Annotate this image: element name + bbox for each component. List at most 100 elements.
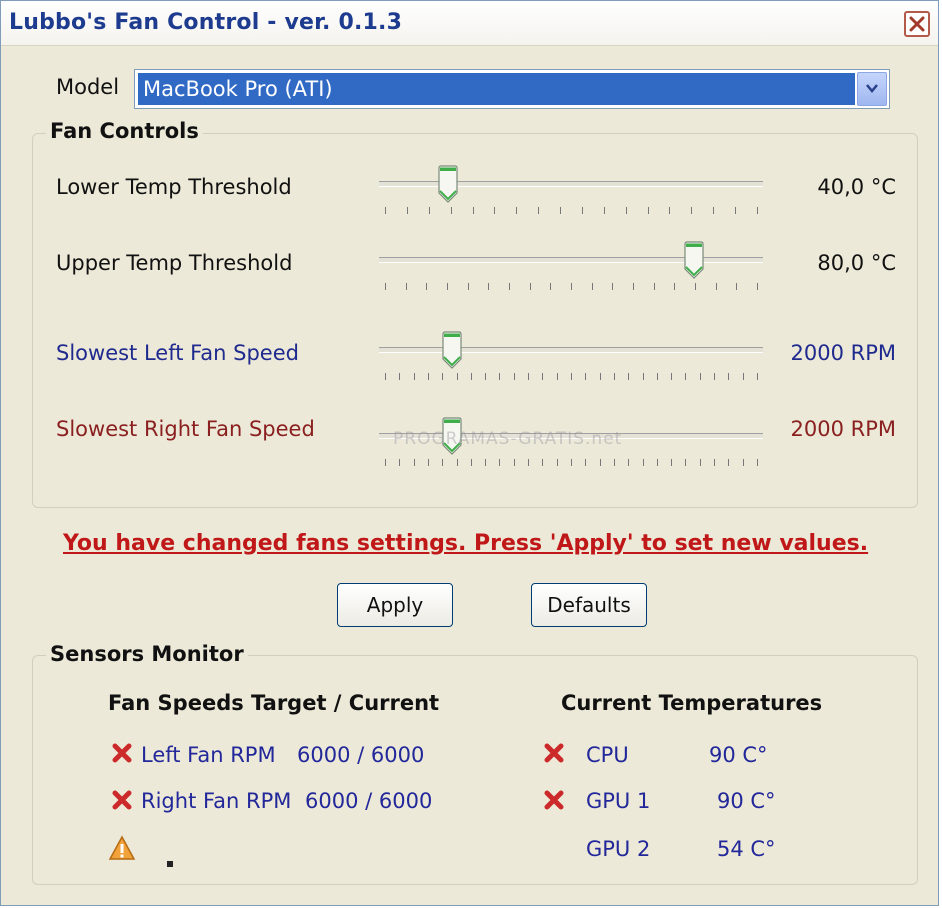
sensors-monitor-group [32,655,918,885]
slider-ticks [385,207,758,215]
slider-tick [669,207,671,214]
slider-label: Upper Temp Threshold [56,251,293,275]
slider-value: 80,0 °C [817,251,896,275]
slider-tick [599,459,601,466]
slider-tick [674,283,676,290]
slider-tick [613,373,615,380]
slider-tick [647,207,649,214]
warning-triangle-icon [108,835,136,860]
slider-tick [516,207,518,214]
right-fan-label: Right Fan RPM [141,789,292,813]
slider-tick [656,373,658,380]
temperatures-header: Current Temperatures [561,691,823,715]
slider-tick [581,207,583,214]
status-indicator-dot [167,861,173,867]
slider-tick [728,373,730,380]
slider-tick [494,207,496,214]
slider-tick [591,283,593,290]
slider-thumb[interactable] [437,165,459,205]
slider-thumb[interactable] [683,241,705,281]
slider-tick [742,373,744,380]
slider-track[interactable] [379,257,763,263]
close-button[interactable] [904,11,930,37]
right-fan-value: 6000 / 6000 [305,789,433,813]
slider-tick [695,283,696,290]
slider-tick [538,207,540,214]
model-select[interactable]: MacBook Pro (ATI) [134,69,890,109]
slider-tick [642,459,644,466]
slider-tick [735,207,737,214]
slider-tick [585,373,587,380]
slider-label: Slowest Left Fan Speed [56,341,299,365]
slider-tick [714,373,716,380]
slider-tick [556,373,558,380]
slider-tick [571,459,572,466]
slider-tick [470,459,472,466]
slider-tick [699,459,701,466]
red-x-icon [544,790,564,810]
slider-tick [556,459,558,466]
slider-tick [714,459,716,466]
slider-ticks [385,373,758,381]
left-fan-label: Left Fan RPM [141,743,276,767]
slider-tick [499,459,501,466]
slider-tick [385,207,386,214]
fan-control-window: Lubbo's Fan Control - ver. 0.1.3 Model M… [0,0,939,906]
slider-track[interactable] [379,347,763,353]
slider-tick [426,283,428,290]
slider-tick [742,459,744,466]
gpu1-temp-label: GPU 1 [586,789,651,813]
slider-tick [685,459,687,466]
slider-thumb[interactable] [441,331,463,371]
cpu-temp-value: 90 C° [709,743,768,767]
slider-tick [488,283,490,290]
slider-tick [736,283,738,290]
slider-tick [428,207,430,214]
slider-tick [757,283,758,290]
slider-tick [450,207,452,214]
chevron-down-icon [866,84,878,93]
apply-button[interactable]: Apply [337,583,453,627]
red-x-icon [112,743,132,763]
slider-tick [385,459,386,466]
slider-tick [442,373,444,380]
model-label: Model [56,75,120,99]
slider-tick [612,283,614,290]
slider-tick [699,373,701,380]
slider-tick [671,459,673,466]
slider-tick [528,459,530,466]
slider-tick [633,283,634,290]
slider-tick [427,373,429,380]
slider-tick [513,373,515,380]
slider-tick [599,373,601,380]
slider-tick [715,283,717,290]
slider-tick [485,373,487,380]
left-fan-value: 6000 / 6000 [297,743,425,767]
gpu2-temp-value: 54 C° [717,837,776,861]
slider-tick [585,459,587,466]
slider-value: 2000 RPM [790,341,897,365]
slider-tick [399,459,401,466]
gpu1-temp-value: 90 C° [717,789,776,813]
slider-value: 2000 RPM [790,417,897,441]
slider-tick [757,459,758,466]
defaults-button[interactable]: Defaults [531,583,647,627]
close-icon [909,16,925,32]
model-dropdown-button[interactable] [857,72,887,106]
slider-tick [671,373,673,380]
slider-tick [456,459,458,466]
slider-tick [628,459,630,466]
slider-ticks [385,459,758,467]
slider-tick [625,207,627,214]
sensors-monitor-title: Sensors Monitor [46,642,248,666]
slider-tick [728,459,730,466]
title-bar[interactable]: Lubbo's Fan Control - ver. 0.1.3 [1,1,938,46]
fan-controls-title: Fan Controls [46,119,203,143]
slider-tick [405,283,407,290]
slider-label: Slowest Right Fan Speed [56,417,315,441]
slider-tick [447,283,448,290]
slider-tick [470,373,472,380]
slider-tick [472,207,474,214]
watermark-text: PROGRAMAS-GRATIS.net [393,429,623,449]
red-x-icon [544,743,564,763]
